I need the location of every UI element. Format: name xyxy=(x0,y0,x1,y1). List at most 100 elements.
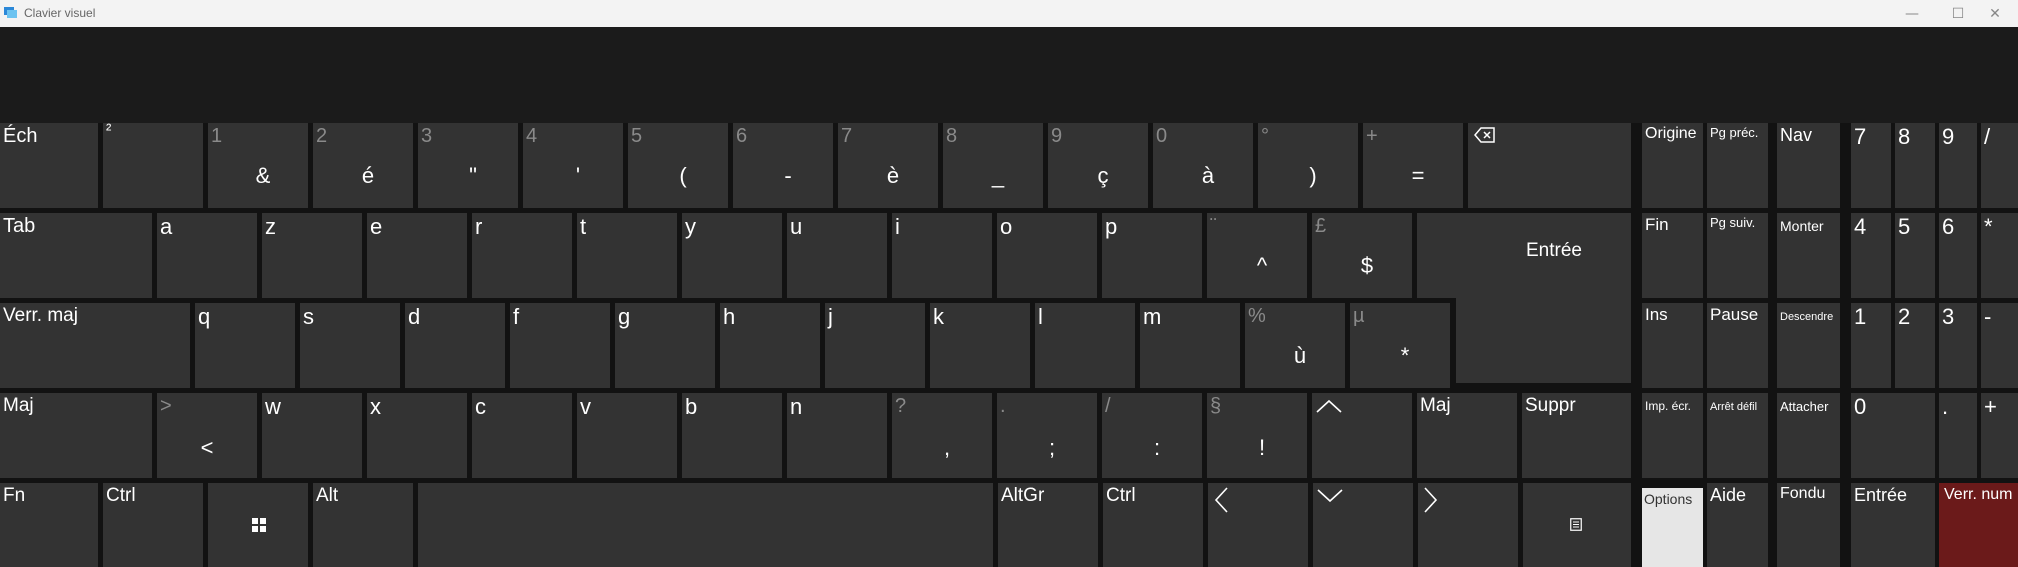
numpad-minus[interactable]: - xyxy=(1981,303,2018,388)
key-enter-lower[interactable] xyxy=(1456,293,1631,383)
key-arrow-left[interactable] xyxy=(1208,483,1308,567)
key-insert[interactable]: Ins xyxy=(1642,303,1703,388)
key-comma[interactable]: ? , xyxy=(892,393,992,478)
key-exclamation[interactable]: § ! xyxy=(1207,393,1307,478)
key-superscript-2[interactable]: ² xyxy=(103,123,203,208)
numpad-0[interactable]: 0 xyxy=(1851,393,1935,478)
key-enter[interactable]: Entrée xyxy=(1417,213,1631,298)
key-degree[interactable]: ° ) xyxy=(1258,123,1358,208)
key-n[interactable]: n xyxy=(787,393,887,478)
key-0[interactable]: 0 à xyxy=(1153,123,1253,208)
key-d[interactable]: d xyxy=(405,303,505,388)
key-move-down[interactable]: Descendre xyxy=(1777,303,1840,388)
key-options[interactable]: Options xyxy=(1642,488,1703,567)
numpad-4[interactable]: 4 xyxy=(1851,213,1891,298)
numpad-divide[interactable]: / xyxy=(1981,123,2018,208)
key-arrow-down[interactable] xyxy=(1313,483,1413,567)
key-p[interactable]: p xyxy=(1102,213,1202,298)
key-c[interactable]: c xyxy=(472,393,572,478)
key-u-grave[interactable]: % ù xyxy=(1245,303,1345,388)
key-ctrl-left[interactable]: Ctrl xyxy=(103,483,203,567)
key-b[interactable]: b xyxy=(682,393,782,478)
key-shift-left[interactable]: Maj xyxy=(0,393,152,478)
key-7[interactable]: 7 è xyxy=(838,123,938,208)
key-r[interactable]: r xyxy=(472,213,572,298)
key-page-up[interactable]: Pg préc. xyxy=(1707,123,1768,208)
close-button[interactable]: ✕ xyxy=(1972,0,2018,27)
numpad-5[interactable]: 5 xyxy=(1895,213,1935,298)
key-9[interactable]: 9 ç xyxy=(1048,123,1148,208)
key-h[interactable]: h xyxy=(720,303,820,388)
key-6[interactable]: 6 - xyxy=(733,123,833,208)
key-2[interactable]: 2 é xyxy=(313,123,413,208)
key-s[interactable]: s xyxy=(300,303,400,388)
numpad-decimal[interactable]: . xyxy=(1939,393,1977,478)
key-menu[interactable] xyxy=(1523,483,1631,567)
key-plus[interactable]: + = xyxy=(1363,123,1463,208)
numpad-enter[interactable]: Entrée xyxy=(1851,483,1935,567)
key-f[interactable]: f xyxy=(510,303,610,388)
key-arrow-right[interactable] xyxy=(1418,483,1518,567)
key-ctrl-right[interactable]: Ctrl xyxy=(1103,483,1203,567)
key-u[interactable]: u xyxy=(787,213,887,298)
numpad-2[interactable]: 2 xyxy=(1895,303,1935,388)
key-help[interactable]: Aide xyxy=(1707,483,1768,567)
numpad-9[interactable]: 9 xyxy=(1939,123,1977,208)
key-caret[interactable]: ¨ ^ xyxy=(1207,213,1307,298)
key-alt[interactable]: Alt xyxy=(313,483,413,567)
key-page-down[interactable]: Pg suiv. xyxy=(1707,213,1768,298)
key-o[interactable]: o xyxy=(997,213,1097,298)
key-backspace[interactable] xyxy=(1468,123,1631,208)
key-v[interactable]: v xyxy=(577,393,677,478)
key-shift-right[interactable]: Maj xyxy=(1417,393,1517,478)
key-fn[interactable]: Fn xyxy=(0,483,98,567)
key-3[interactable]: 3 " xyxy=(418,123,518,208)
key-a[interactable]: a xyxy=(157,213,257,298)
key-pause[interactable]: Pause xyxy=(1707,303,1768,388)
key-semicolon[interactable]: . ; xyxy=(997,393,1097,478)
key-caps-lock[interactable]: Verr. maj xyxy=(0,303,190,388)
key-x[interactable]: x xyxy=(367,393,467,478)
key-g[interactable]: g xyxy=(615,303,715,388)
key-e[interactable]: e xyxy=(367,213,467,298)
numpad-7[interactable]: 7 xyxy=(1851,123,1891,208)
key-m[interactable]: m xyxy=(1140,303,1240,388)
key-scroll-lock[interactable]: Arrêt défil xyxy=(1707,393,1768,478)
numpad-6[interactable]: 6 xyxy=(1939,213,1977,298)
numpad-8[interactable]: 8 xyxy=(1895,123,1935,208)
minimize-button[interactable]: — xyxy=(1889,0,1935,27)
key-nav[interactable]: Nav xyxy=(1777,123,1840,208)
key-fade[interactable]: Fondu xyxy=(1777,483,1840,567)
key-z[interactable]: z xyxy=(262,213,362,298)
key-end[interactable]: Fin xyxy=(1642,213,1703,298)
key-print-screen[interactable]: Imp. écr. xyxy=(1642,393,1703,478)
key-less-than[interactable]: > < xyxy=(157,393,257,478)
key-l[interactable]: l xyxy=(1035,303,1135,388)
key-num-lock[interactable]: Verr. num xyxy=(1939,483,2018,567)
key-5[interactable]: 5 ( xyxy=(628,123,728,208)
key-w[interactable]: w xyxy=(262,393,362,478)
key-asterisk[interactable]: µ * xyxy=(1350,303,1450,388)
key-home[interactable]: Origine xyxy=(1642,123,1703,208)
numpad-1[interactable]: 1 xyxy=(1851,303,1891,388)
key-8[interactable]: 8 _ xyxy=(943,123,1043,208)
key-1[interactable]: 1 & xyxy=(208,123,308,208)
key-i[interactable]: i xyxy=(892,213,992,298)
key-4[interactable]: 4 ' xyxy=(523,123,623,208)
key-space[interactable] xyxy=(418,483,993,567)
key-k[interactable]: k xyxy=(930,303,1030,388)
key-arrow-up[interactable] xyxy=(1312,393,1412,478)
key-tab[interactable]: Tab xyxy=(0,213,152,298)
key-dollar[interactable]: £ $ xyxy=(1312,213,1412,298)
key-y[interactable]: y xyxy=(682,213,782,298)
key-esc[interactable]: Éch xyxy=(0,123,98,208)
key-windows[interactable] xyxy=(208,483,308,567)
key-q[interactable]: q xyxy=(195,303,295,388)
key-move-up[interactable]: Monter xyxy=(1777,213,1840,298)
numpad-plus[interactable]: + xyxy=(1981,393,2018,478)
key-t[interactable]: t xyxy=(577,213,677,298)
numpad-multiply[interactable]: * xyxy=(1981,213,2018,298)
key-colon[interactable]: / : xyxy=(1102,393,1202,478)
key-delete[interactable]: Suppr xyxy=(1522,393,1631,478)
numpad-3[interactable]: 3 xyxy=(1939,303,1977,388)
